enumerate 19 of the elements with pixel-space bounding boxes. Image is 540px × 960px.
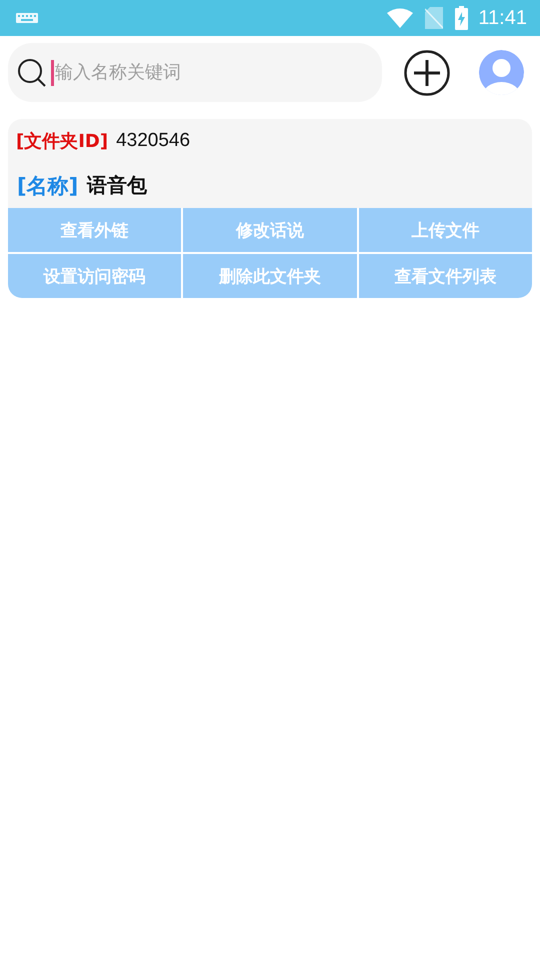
- clock-time: 11:41: [478, 6, 527, 30]
- battery-charging-icon: [455, 6, 468, 30]
- action-button[interactable]: 删除此文件夹: [183, 254, 357, 298]
- action-button[interactable]: 查看文件列表: [358, 254, 532, 298]
- folder-name: 语音包: [87, 172, 148, 199]
- folder-id-label: [文件夹ID]: [16, 130, 108, 153]
- folder-name-label: [名称]: [17, 172, 78, 200]
- search-field[interactable]: 输入名称关键词: [8, 43, 382, 102]
- action-button[interactable]: 设置访问密码: [8, 254, 182, 298]
- action-button[interactable]: 查看外链: [8, 208, 182, 252]
- keyboard-icon: [16, 13, 38, 23]
- folder-id: 4320546: [116, 130, 190, 152]
- search-icon: [17, 58, 47, 88]
- text-cursor: [51, 60, 54, 86]
- no-sim-icon: [425, 7, 444, 29]
- add-icon[interactable]: [404, 50, 450, 96]
- action-button[interactable]: 上传文件: [358, 208, 532, 252]
- action-button[interactable]: 修改话说: [183, 208, 357, 252]
- wifi-icon: [387, 8, 414, 28]
